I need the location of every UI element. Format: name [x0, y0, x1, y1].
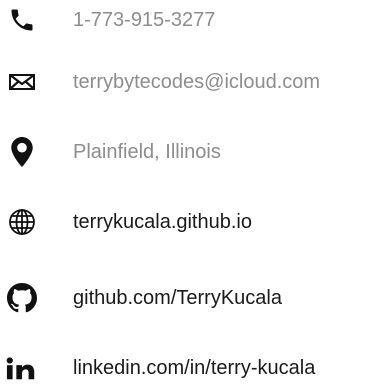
website-url: terrykucala.github.io [73, 211, 252, 233]
globe-icon [6, 202, 38, 242]
github-url: github.com/TerryKucala [73, 287, 282, 309]
contact-website-link[interactable]: terrykucala.github.io [0, 202, 367, 242]
contact-location: Plainfield, Illinois [0, 132, 367, 172]
email-address: terrybytecodes@icloud.com [73, 71, 321, 93]
contact-github-link[interactable]: github.com/TerryKucala [0, 278, 367, 318]
phone-icon [6, 0, 38, 40]
map-pin-icon [6, 132, 38, 172]
linkedin-icon [6, 348, 38, 388]
github-icon [6, 278, 38, 318]
phone-number: 1-773-915-3277 [73, 9, 216, 31]
envelope-icon [6, 62, 38, 102]
contact-phone: 1-773-915-3277 [0, 0, 367, 40]
location-text: Plainfield, Illinois [73, 141, 221, 163]
contact-linkedin-link[interactable]: linkedin.com/in/terry-kucala [0, 348, 367, 388]
contact-email: terrybytecodes@icloud.com [0, 62, 367, 102]
linkedin-url: linkedin.com/in/terry-kucala [73, 357, 316, 379]
